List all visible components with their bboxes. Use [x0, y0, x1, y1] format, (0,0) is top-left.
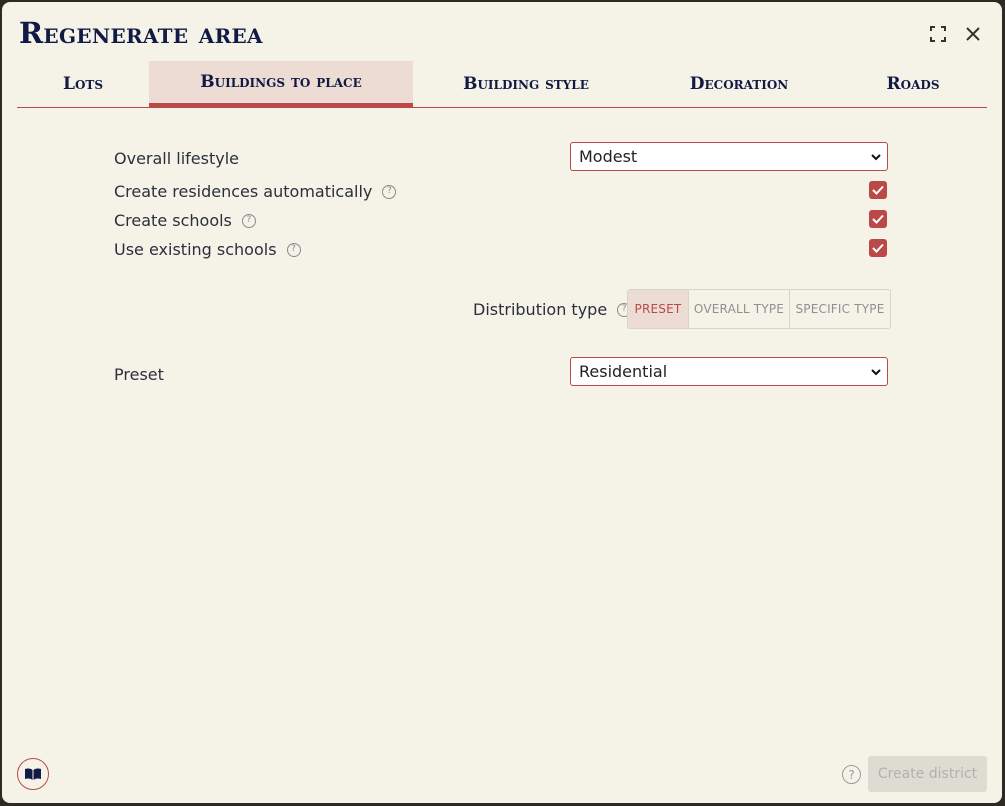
- lifestyle-select-value: Modest: [579, 147, 638, 166]
- schools-checkbox[interactable]: [869, 210, 887, 228]
- distribution-type-toggle: PRESET OVERALL TYPE SPECIFIC TYPE: [627, 289, 891, 329]
- close-icon: [966, 27, 980, 41]
- distribution-option-specific-type[interactable]: SPECIFIC TYPE: [790, 290, 890, 328]
- tab-building-style[interactable]: Building style: [413, 61, 639, 107]
- schools-label-row: Create schools ?: [114, 211, 256, 230]
- tab-roads[interactable]: Roads: [839, 61, 987, 107]
- help-icon[interactable]: ?: [382, 184, 397, 199]
- distribution-option-preset[interactable]: PRESET: [628, 290, 689, 328]
- check-icon: [872, 243, 884, 253]
- distribution-label-row: Distribution type ?: [473, 300, 632, 319]
- lifestyle-select[interactable]: Modest: [570, 142, 888, 171]
- distribution-option-overall-type[interactable]: OVERALL TYPE: [689, 290, 790, 328]
- schools-label: Create schools: [114, 211, 232, 230]
- chevron-down-icon: [871, 153, 881, 160]
- chevron-down-icon: [871, 368, 881, 375]
- residences-label-row: Create residences automatically ?: [114, 182, 397, 201]
- preset-label: Preset: [114, 365, 164, 384]
- check-icon: [872, 185, 884, 195]
- tab-decoration[interactable]: Decoration: [639, 61, 839, 107]
- close-button[interactable]: [961, 22, 985, 46]
- help-icon[interactable]: ?: [241, 213, 256, 228]
- tab-bar: Lots Buildings to place Building style D…: [17, 61, 987, 108]
- existing-schools-label-row: Use existing schools ?: [114, 240, 301, 259]
- lifestyle-label-row: Overall lifestyle: [114, 149, 239, 168]
- preset-select-value: Residential: [579, 362, 668, 381]
- maximize-icon: [930, 26, 946, 42]
- residences-checkbox[interactable]: [869, 181, 887, 199]
- guide-button[interactable]: [17, 758, 49, 790]
- dialog-title: Regenerate area: [19, 16, 263, 50]
- create-district-button[interactable]: Create district: [868, 756, 987, 792]
- tab-buildings-to-place[interactable]: Buildings to place: [149, 61, 413, 107]
- book-icon: [25, 768, 41, 780]
- check-icon: [872, 214, 884, 224]
- tab-lots[interactable]: Lots: [17, 61, 149, 107]
- residences-label: Create residences automatically: [114, 182, 373, 201]
- distribution-label: Distribution type: [473, 300, 608, 319]
- help-icon[interactable]: ?: [286, 242, 301, 257]
- preset-select[interactable]: Residential: [570, 357, 888, 386]
- maximize-button[interactable]: [926, 22, 950, 46]
- existing-schools-label: Use existing schools: [114, 240, 277, 259]
- regenerate-area-dialog: Regenerate area Lots Buildings to place …: [2, 2, 1002, 803]
- lifestyle-label: Overall lifestyle: [114, 149, 239, 168]
- existing-schools-checkbox[interactable]: [869, 239, 887, 257]
- help-icon[interactable]: ?: [842, 765, 861, 784]
- preset-label-row: Preset: [114, 365, 164, 384]
